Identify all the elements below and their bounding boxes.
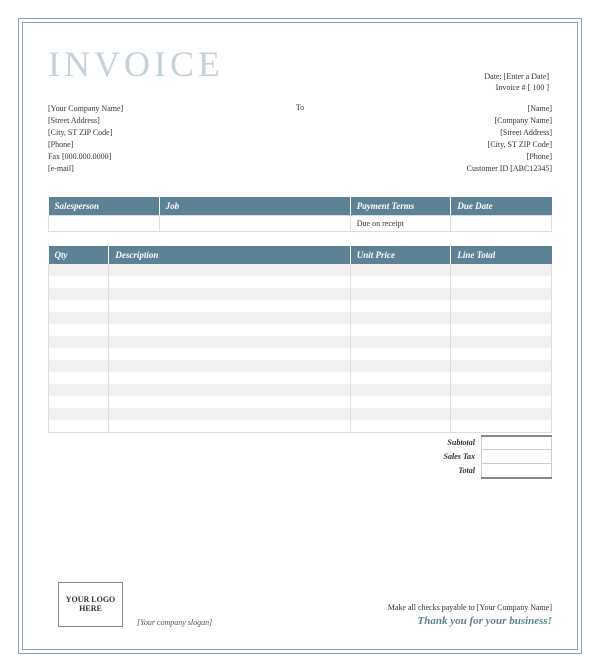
invoice-num-label: Invoice # — [496, 83, 526, 92]
table-row: Due on receipt — [49, 216, 552, 232]
table-row — [49, 396, 552, 408]
logo-placeholder: YOUR LOGO HERE — [58, 582, 123, 627]
th-line-total: Line Total — [451, 246, 552, 264]
to-phone: [Phone] — [467, 151, 552, 163]
cell-due-date — [451, 216, 552, 232]
table-row — [49, 420, 552, 432]
table-row — [49, 276, 552, 288]
from-address: [Your Company Name] [Street Address] [Ci… — [48, 103, 123, 175]
th-payment-terms: Payment Terms — [350, 197, 451, 216]
to-name: [Name] — [467, 103, 552, 115]
table-row — [49, 288, 552, 300]
subtotal-value — [482, 436, 552, 450]
from-phone: [Phone] — [48, 139, 123, 151]
total-label: Total — [372, 464, 482, 478]
th-salesperson: Salesperson — [49, 197, 160, 216]
line-items-table: Qty Description Unit Price Line Total — [48, 246, 552, 433]
subtotal-label: Subtotal — [372, 436, 482, 450]
thanks-text: Thank you for your business! — [388, 615, 552, 627]
table-row — [49, 408, 552, 420]
from-fax: Fax [000.000.0000] — [48, 151, 123, 163]
from-email: [e-mail] — [48, 163, 123, 175]
table-row — [49, 336, 552, 348]
th-unit-price: Unit Price — [350, 246, 451, 264]
table-row — [49, 360, 552, 372]
to-company: [Company Name] — [467, 115, 552, 127]
table-row — [49, 300, 552, 312]
from-street: [Street Address] — [48, 115, 123, 127]
cell-payment-terms: Due on receipt — [350, 216, 451, 232]
th-due-date: Due Date — [451, 197, 552, 216]
date-label: Date: — [484, 72, 501, 81]
invoice-num-value: [ 100 ] — [528, 83, 549, 92]
to-street: [Street Address] — [467, 127, 552, 139]
payable-text: Make all checks payable to [Your Company… — [388, 603, 552, 612]
cell-job — [159, 216, 350, 232]
th-job: Job — [159, 197, 350, 216]
to-city: [City, ST ZIP Code] — [467, 139, 552, 151]
table-row — [49, 324, 552, 336]
invoice-title: INVOICE — [48, 43, 552, 85]
company-slogan: [Your company slogan] — [137, 618, 212, 627]
table-row — [49, 348, 552, 360]
th-qty: Qty — [49, 246, 109, 264]
invoice-meta: Date: [Enter a Date] Invoice # [ 100 ] — [484, 71, 549, 93]
cell-salesperson — [49, 216, 160, 232]
salestax-value — [482, 450, 552, 464]
table-row — [49, 264, 552, 276]
th-description: Description — [109, 246, 350, 264]
total-value — [482, 464, 552, 478]
summary-table: Salesperson Job Payment Terms Due Date D… — [48, 197, 552, 232]
from-company: [Your Company Name] — [48, 103, 123, 115]
to-customer-id: Customer ID [ABC12345] — [467, 163, 552, 175]
totals-block: Subtotal Sales Tax Total — [48, 435, 552, 479]
table-row — [49, 372, 552, 384]
salestax-label: Sales Tax — [372, 450, 482, 464]
invoice-document: INVOICE Date: [Enter a Date] Invoice # [… — [22, 22, 578, 650]
table-row — [49, 384, 552, 396]
to-address: [Name] [Company Name] [Street Address] [… — [467, 103, 552, 175]
table-row — [49, 312, 552, 324]
to-label: To — [296, 103, 304, 112]
date-value: [Enter a Date] — [504, 72, 549, 81]
from-city: [City, ST ZIP Code] — [48, 127, 123, 139]
